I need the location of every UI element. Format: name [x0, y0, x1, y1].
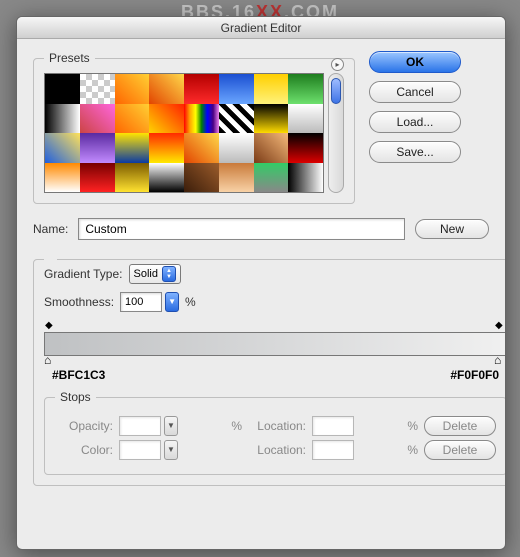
preset-swatch[interactable]	[45, 163, 80, 193]
opacity-location-input[interactable]	[312, 416, 354, 436]
preset-swatch[interactable]	[288, 104, 323, 134]
preset-swatch[interactable]	[288, 163, 323, 193]
stops-fieldset: Stops Opacity: ▼ % Location: % Delete Co…	[44, 390, 506, 475]
preset-swatch[interactable]	[80, 163, 115, 193]
preset-swatch[interactable]	[115, 74, 150, 104]
select-arrows-icon: ▲▼	[162, 266, 176, 282]
delete-opacity-stop-button[interactable]: Delete	[424, 416, 496, 436]
location-label: Location:	[248, 443, 306, 457]
preset-swatch[interactable]	[80, 133, 115, 163]
opacity-label: Opacity:	[55, 419, 113, 433]
gradient-type-label: Gradient Type:	[44, 267, 123, 281]
color-label: Color:	[55, 443, 113, 457]
preset-swatch[interactable]	[184, 133, 219, 163]
load-button[interactable]: Load...	[369, 111, 461, 133]
preset-swatch[interactable]	[254, 74, 289, 104]
cancel-button[interactable]: Cancel	[369, 81, 461, 103]
location-label: Location:	[248, 419, 306, 433]
stops-legend: Stops	[55, 390, 96, 404]
presets-fieldset: Presets ▸	[33, 51, 355, 204]
preset-swatch[interactable]	[80, 104, 115, 134]
preset-swatch[interactable]	[45, 133, 80, 163]
preset-swatch[interactable]	[149, 74, 184, 104]
preset-swatch[interactable]	[219, 104, 254, 134]
preset-swatch[interactable]	[45, 104, 80, 134]
scrollbar-thumb[interactable]	[331, 78, 341, 104]
gradient-bar[interactable]	[44, 332, 506, 356]
right-color-hex: #F0F0F0	[450, 368, 499, 382]
preset-swatch[interactable]	[219, 74, 254, 104]
name-label: Name:	[33, 222, 68, 236]
percent-label: %	[184, 419, 242, 433]
color-well[interactable]	[119, 440, 161, 460]
preset-swatch[interactable]	[254, 133, 289, 163]
percent-label: %	[360, 419, 418, 433]
preset-swatch[interactable]	[184, 163, 219, 193]
delete-color-stop-button[interactable]: Delete	[424, 440, 496, 460]
name-input[interactable]	[78, 218, 405, 240]
percent-label: %	[360, 443, 418, 457]
preset-swatch[interactable]	[288, 74, 323, 104]
preset-swatch[interactable]	[149, 133, 184, 163]
opacity-stop-left[interactable]	[46, 322, 55, 332]
save-button[interactable]: Save...	[369, 141, 461, 163]
preset-swatch[interactable]	[254, 104, 289, 134]
percent-label: %	[185, 295, 196, 309]
opacity-stop-right[interactable]	[496, 322, 505, 332]
preset-swatch[interactable]	[115, 133, 150, 163]
gradient-editor-dialog: Gradient Editor Presets ▸	[16, 16, 506, 550]
presets-menu-icon[interactable]: ▸	[331, 58, 344, 71]
presets-legend: Presets	[44, 51, 95, 65]
preset-swatch[interactable]	[288, 133, 323, 163]
color-dropdown-icon[interactable]: ▼	[164, 440, 178, 460]
gradient-fieldset: . Gradient Type: Solid ▲▼ Smoothness: ▼ …	[33, 252, 506, 486]
left-color-hex: #BFC1C3	[52, 368, 105, 382]
preset-swatch[interactable]	[219, 133, 254, 163]
preset-swatch[interactable]	[149, 104, 184, 134]
opacity-input[interactable]	[119, 416, 161, 436]
preset-swatch[interactable]	[80, 74, 115, 104]
preset-swatch[interactable]	[219, 163, 254, 193]
preset-scrollbar[interactable]	[328, 73, 344, 193]
preset-swatch[interactable]	[115, 163, 150, 193]
opacity-dropdown-icon[interactable]: ▼	[164, 416, 178, 436]
color-stop-left[interactable]	[46, 356, 55, 366]
smoothness-label: Smoothness:	[44, 295, 114, 309]
gradient-type-select[interactable]: Solid ▲▼	[129, 264, 181, 284]
preset-swatch[interactable]	[149, 163, 184, 193]
smoothness-input[interactable]	[120, 292, 162, 312]
ok-button[interactable]: OK	[369, 51, 461, 73]
dialog-title: Gradient Editor	[17, 17, 505, 39]
preset-swatches[interactable]	[44, 73, 324, 193]
preset-swatch[interactable]	[184, 74, 219, 104]
preset-swatch[interactable]	[45, 74, 80, 104]
preset-swatch[interactable]	[184, 104, 219, 134]
preset-swatch[interactable]	[115, 104, 150, 134]
smoothness-dropdown-icon[interactable]: ▼	[165, 292, 179, 312]
color-stop-right[interactable]	[496, 356, 505, 366]
gradient-type-value: Solid	[134, 268, 158, 280]
preset-swatch[interactable]	[254, 163, 289, 193]
new-button[interactable]: New	[415, 219, 489, 239]
color-location-input[interactable]	[312, 440, 354, 460]
